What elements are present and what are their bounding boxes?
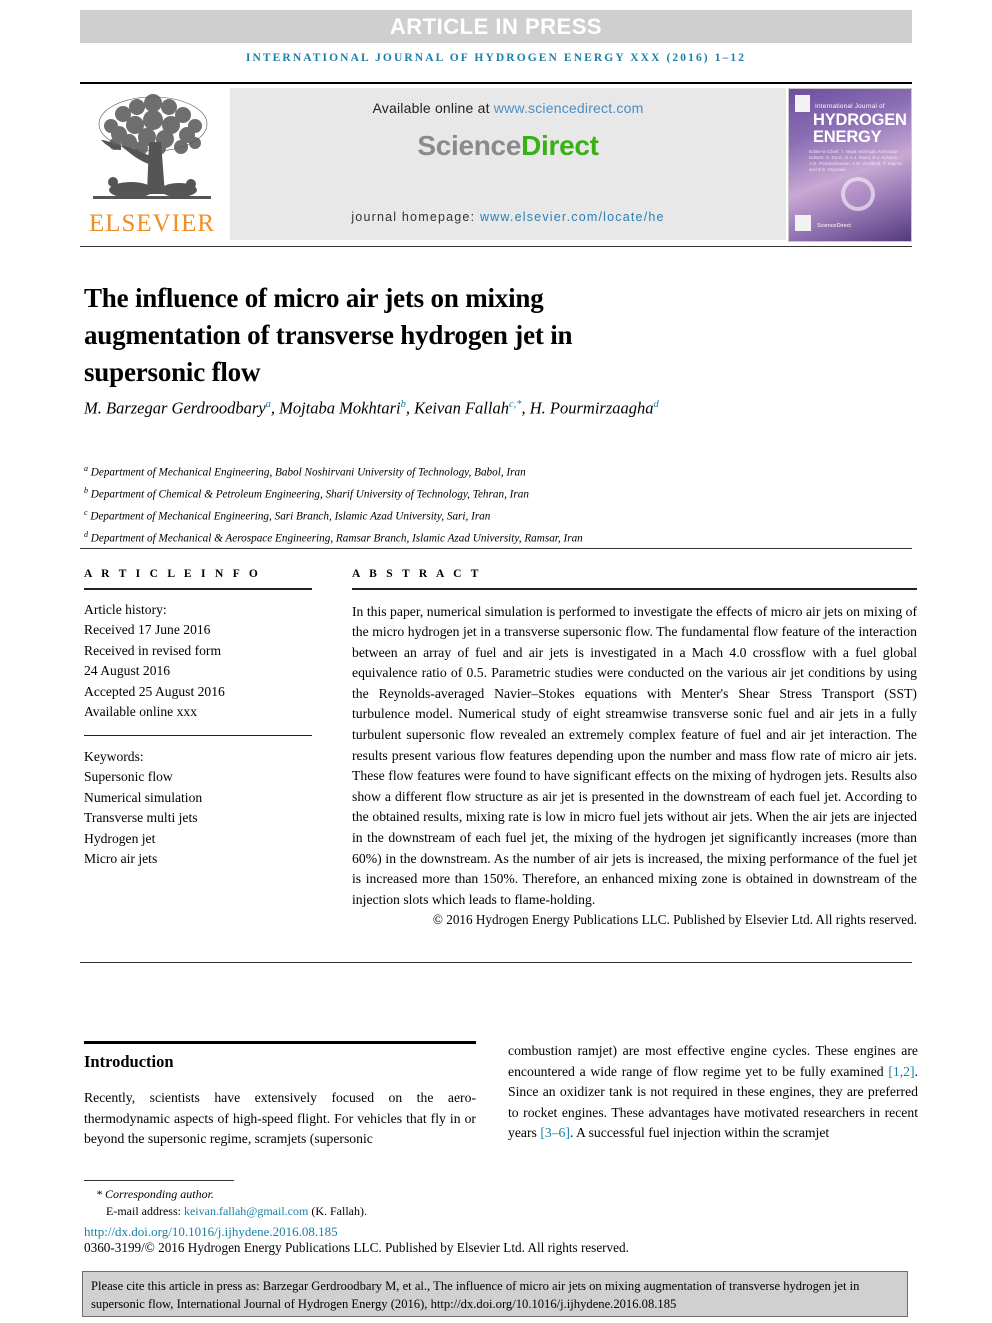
journal-homepage-link[interactable]: www.elsevier.com/locate/he xyxy=(480,210,665,224)
corresponding-author-note: * Corresponding author. xyxy=(96,1187,214,1201)
abstract-column: A B S T R A C T In this paper, numerical… xyxy=(352,568,917,928)
history-item: Received 17 June 2016 xyxy=(84,622,211,637)
cover-title-line2: ENERGY xyxy=(813,128,882,146)
keywords-rule xyxy=(84,734,312,736)
journal-masthead: ELSEVIER Available online at www.science… xyxy=(80,88,912,242)
intro-text-part1: combustion ramjet) are most effective en… xyxy=(508,1043,918,1079)
author-list: M. Barzegar Gerdroodbarya, Mojtaba Mokht… xyxy=(84,398,659,418)
article-history-label: Article history: xyxy=(84,601,167,617)
sciencedirect-word-direct: Direct xyxy=(521,130,599,161)
sciencedirect-panel: Available online at www.sciencedirect.co… xyxy=(230,88,786,240)
paper-page: ARTICLE IN PRESS INTERNATIONAL JOURNAL O… xyxy=(0,0,992,1323)
email-line: E-mail address: keivan.fallah@gmail.com … xyxy=(84,1203,684,1220)
affiliation-text: Department of Chemical & Petroleum Engin… xyxy=(90,488,529,501)
abstract-copyright: © 2016 Hydrogen Energy Publications LLC.… xyxy=(432,912,917,928)
keyword-item: Hydrogen jet xyxy=(84,830,156,846)
journal-homepage-line: journal homepage: www.elsevier.com/locat… xyxy=(230,210,786,224)
keywords-label: Keywords: xyxy=(84,748,144,764)
cover-sciencedirect-mark: ScienceDirect xyxy=(817,223,851,229)
history-item: 24 August 2016 xyxy=(84,663,171,678)
article-info-rule xyxy=(84,588,312,590)
author-name-3: Keivan Fallah xyxy=(414,398,509,418)
please-cite-box: Please cite this article in press as: Ba… xyxy=(82,1271,908,1317)
citation-ref-1[interactable]: [1,2] xyxy=(888,1064,914,1079)
cover-journal-prefix: International Journal of xyxy=(815,103,885,110)
author-mark-3: c,* xyxy=(508,399,522,410)
abstract-body: In this paper, numerical simulation is p… xyxy=(352,603,917,907)
elsevier-logo: ELSEVIER xyxy=(83,88,221,240)
affiliation-item: c Department of Mechanical Engineering, … xyxy=(84,504,784,526)
footnote-block: * Corresponding author. E-mail address: … xyxy=(84,1186,684,1219)
journal-cover-art: International Journal of HYDROGEN ENERGY… xyxy=(789,89,911,241)
issn-copyright-line: 0360-3199/© 2016 Hydrogen Energy Publica… xyxy=(84,1240,629,1255)
journal-homepage-label: journal homepage: xyxy=(351,210,480,224)
introduction-left-column: Recently, scientists have extensively fo… xyxy=(84,1090,476,1147)
sciencedirect-wordmark: ScienceDirect xyxy=(417,130,599,162)
sciencedirect-word-science: Science xyxy=(417,130,522,161)
keyword-item: Transverse multi jets xyxy=(84,810,198,825)
affiliation-list: a Department of Mechanical Engineering, … xyxy=(84,460,784,548)
affiliation-item: b Department of Chemical & Petroleum Eng… xyxy=(84,482,784,504)
intro-text-part3: . A successful fuel injection within the… xyxy=(569,1125,830,1141)
keywords-block: Keywords: Supersonic flow Numerical simu… xyxy=(84,747,312,870)
cover-editors: Editor-in-Chief: T. Nejat Veziroglu Asso… xyxy=(809,149,902,172)
cover-ring-graphic xyxy=(841,177,875,211)
citation-ref-2[interactable]: [3–6] xyxy=(540,1125,570,1140)
doi-link[interactable]: http://dx.doi.org/10.1016/j.ijhydene.201… xyxy=(84,1224,338,1240)
page-title: The influence of micro air jets on mixin… xyxy=(84,283,573,388)
abstract-heading: A B S T R A C T xyxy=(352,568,482,580)
abstract-rule xyxy=(352,588,917,590)
keyword-item: Micro air jets xyxy=(84,851,158,866)
masthead-top-rule xyxy=(80,82,912,84)
sciencedirect-url-link[interactable]: www.sciencedirect.com xyxy=(494,100,644,116)
affiliation-text: Department of Mechanical & Aerospace Eng… xyxy=(90,532,583,545)
author-mark-2: b xyxy=(400,399,406,410)
abstract-bottom-rule xyxy=(80,962,912,963)
affiliation-text: Department of Mechanical Engineering, Sa… xyxy=(90,510,491,523)
article-history-block: Article history: Received 17 June 2016 R… xyxy=(84,600,312,723)
article-info-column: A R T I C L E I N F O Article history: R… xyxy=(84,568,312,870)
footnote-rule xyxy=(84,1180,234,1181)
running-head: INTERNATIONAL JOURNAL OF HYDROGEN ENERGY… xyxy=(245,52,747,64)
email-link[interactable]: keivan.fallah@gmail.com xyxy=(184,1204,308,1218)
authors-bottom-rule xyxy=(80,548,912,549)
introduction-heading: Introduction xyxy=(84,1052,174,1071)
keyword-item: Numerical simulation xyxy=(84,789,203,805)
available-online-prefix: Available online at xyxy=(372,100,494,116)
author-mark-1: a xyxy=(265,399,271,410)
introduction-right-column: combustion ramjet) are most effective en… xyxy=(508,1041,918,1144)
article-in-press-banner: ARTICLE IN PRESS xyxy=(80,10,912,43)
history-item: Received in revised form xyxy=(84,642,222,658)
elsevier-tree-icon xyxy=(93,94,211,199)
ihea-badge-icon xyxy=(795,215,811,231)
email-label: E-mail address: xyxy=(106,1203,184,1218)
elsevier-badge-icon xyxy=(795,95,810,112)
please-cite-text: Please cite this article in press as: Ba… xyxy=(91,1279,860,1311)
affiliation-mark: b xyxy=(84,485,88,495)
affiliation-text: Department of Mechanical Engineering, Ba… xyxy=(90,466,526,479)
history-item: Available online xxx xyxy=(84,704,197,719)
history-item: Accepted 25 August 2016 xyxy=(84,683,225,699)
introduction-top-rule xyxy=(84,1041,476,1044)
keyword-item: Supersonic flow xyxy=(84,769,173,784)
elsevier-wordmark: ELSEVIER xyxy=(88,210,216,237)
author-mark-4: d xyxy=(653,399,659,410)
affiliation-mark: a xyxy=(84,464,88,473)
masthead-bottom-rule xyxy=(80,246,912,247)
affiliation-item: a Department of Mechanical Engineering, … xyxy=(84,460,784,482)
article-in-press-label: ARTICLE IN PRESS xyxy=(389,13,603,39)
journal-cover-thumbnail: International Journal of HYDROGEN ENERGY… xyxy=(788,88,912,242)
affiliation-mark: d xyxy=(84,529,88,539)
available-online-line: Available online at www.sciencedirect.co… xyxy=(373,100,644,116)
author-name-2: Mojtaba Mokhtari xyxy=(279,398,401,418)
email-suffix: (K. Fallah). xyxy=(308,1203,367,1218)
author-name-1: M. Barzegar Gerdroodbary xyxy=(84,398,266,418)
affiliation-item: d Department of Mechanical & Aerospace E… xyxy=(84,526,784,548)
affiliation-mark: c xyxy=(84,507,88,517)
article-info-heading: A R T I C L E I N F O xyxy=(84,568,262,580)
author-name-4: H. Pourmirzaagha xyxy=(529,398,654,418)
